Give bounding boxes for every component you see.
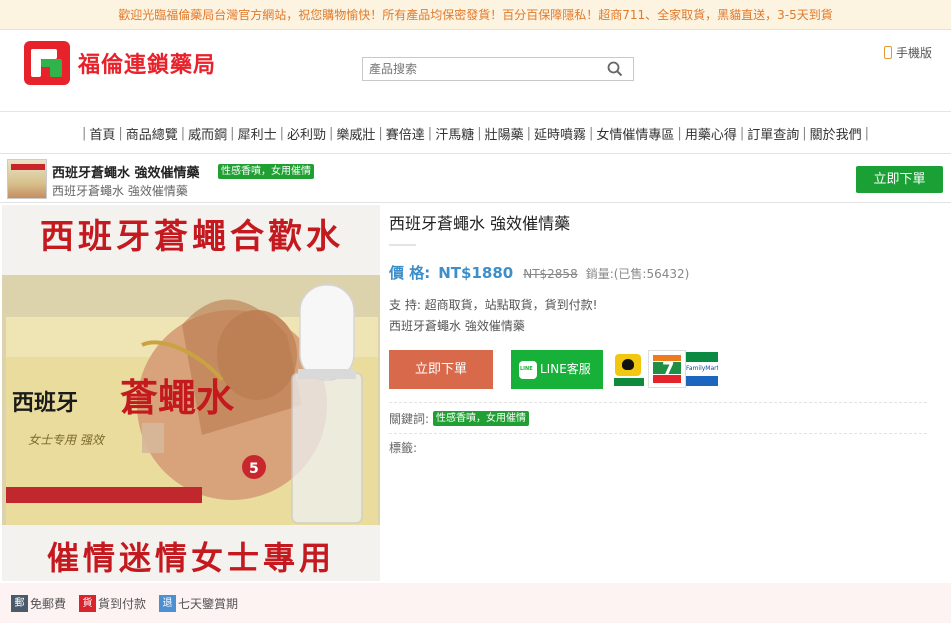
- service-item: 退七天鑒賞期: [159, 594, 239, 612]
- nav-separator: |: [526, 125, 531, 141]
- nav-separator: |: [802, 125, 807, 141]
- support-text: 支 持: 超商取貨，站點取貨，貨到付款!: [389, 298, 598, 312]
- image-top-banner: 西班牙蒼蠅合歡水: [40, 217, 344, 257]
- line-service-label: LINE客服: [540, 362, 591, 376]
- service-badge-icon: 退: [159, 594, 177, 612]
- nav-separator: |: [378, 125, 383, 141]
- title-divider: [389, 244, 416, 246]
- strip-buy-button[interactable]: 立即下單: [856, 166, 943, 193]
- image-box-name: 蒼蠅水: [120, 376, 235, 420]
- nav-separator: |: [589, 125, 594, 141]
- service-label: 貨到付款: [98, 596, 147, 611]
- service-item: 郵免郵費: [11, 594, 67, 612]
- nav-separator: |: [477, 125, 482, 141]
- keywords-row: 關鍵詞: 性感香噴，女用催情: [389, 410, 530, 427]
- nav-item[interactable]: 必利勁: [287, 124, 326, 143]
- image-box-brand: 西班牙: [12, 391, 79, 416]
- service-bar: 郵免郵費貨貨到付款退七天鑒賞期: [0, 583, 951, 623]
- keywords-label: 關鍵詞:: [389, 412, 430, 426]
- nav-separator: |: [677, 125, 682, 141]
- price-row: 價 格: NT$1880 NT$2858 銷量:(已售:56432): [389, 262, 689, 283]
- nav-separator: |: [81, 125, 87, 141]
- nav-item[interactable]: 壯陽藥: [485, 124, 524, 143]
- image-box-sub: 女士专用 强效: [28, 433, 104, 447]
- nav-separator: |: [118, 125, 123, 141]
- nav-separator: |: [739, 125, 745, 141]
- search-input[interactable]: [363, 58, 599, 80]
- original-price: NT$2858: [523, 267, 578, 281]
- service-label: 七天鑒賞期: [178, 596, 239, 611]
- logo-icon: [24, 41, 70, 85]
- search-box: [362, 57, 634, 81]
- seven-eleven-icon: 7: [648, 350, 686, 388]
- sales-count: 銷量:(已售:56432): [585, 267, 690, 281]
- nav-item[interactable]: 首頁: [89, 124, 115, 143]
- nav-item[interactable]: 用藥心得: [685, 124, 737, 143]
- nav-separator: |: [279, 125, 284, 141]
- nav-item[interactable]: 訂單查詢: [747, 124, 799, 143]
- service-item: 貨貨到付款: [79, 594, 147, 612]
- nav-item[interactable]: 汗馬糖: [435, 124, 474, 143]
- product-description: 西班牙蒼蠅水 強效催情藥: [389, 319, 525, 333]
- nav-separator: |: [180, 125, 186, 141]
- service-badge-icon: 郵: [11, 594, 28, 612]
- tags-label: 標籤:: [389, 441, 418, 455]
- nav-item[interactable]: 延時噴霧: [534, 124, 586, 143]
- product-title: 西班牙蒼蠅水 強效催情藥: [389, 214, 571, 233]
- search-icon[interactable]: [607, 61, 623, 77]
- line-icon: [519, 360, 537, 379]
- nav-item[interactable]: 威而鋼: [188, 124, 227, 143]
- main-nav: | 首頁 | 商品總覽 | 威而鋼 | 犀利士 | 必利勁 | 樂威壯 | 賽倍達 | 汗馬糖 | 壯陽藥 | 延時噴…: [0, 121, 951, 145]
- buy-now-button[interactable]: 立即下單: [389, 350, 493, 389]
- delivery-logos: 7 FamilyMart: [612, 350, 718, 388]
- divider: [389, 402, 927, 403]
- image-bottom-banner: 催情迷情女士專用: [46, 539, 335, 577]
- product-image: 5 西班牙蒼蠅合歡水 西班牙 蒼蠅水 女士专用 强效 催情迷情女士專用: [2, 205, 380, 581]
- nav-item[interactable]: 犀利士: [238, 124, 277, 143]
- strip-subtitle: 西班牙蒼蠅水 強效催情藥: [52, 184, 188, 198]
- phone-icon: [884, 46, 892, 59]
- current-price: NT$1880: [438, 264, 514, 282]
- product-summary-strip: 西班牙蒼蠅水 強效催情藥 性感香噴，女用催情 西班牙蒼蠅水 強效催情藥 立即下單: [0, 153, 951, 203]
- nav-item[interactable]: 賽倍達: [386, 124, 425, 143]
- familymart-icon: FamilyMart: [686, 350, 718, 388]
- strip-title: 西班牙蒼蠅水 強效催情藥: [52, 166, 200, 181]
- nav-separator: |: [427, 125, 433, 141]
- site-header: 福倫連鎖藥局 手機版: [0, 30, 951, 112]
- price-label: 價 格:: [389, 264, 431, 282]
- nav-item[interactable]: 關於我們: [810, 124, 862, 143]
- svg-text:5: 5: [249, 461, 259, 477]
- product-thumbnail: [7, 159, 47, 199]
- logo-text: 福倫連鎖藥局: [78, 53, 217, 78]
- keyword-tag[interactable]: 性感香噴，女用催情: [433, 411, 530, 426]
- nav-separator: |: [864, 125, 870, 141]
- strip-tag-badge[interactable]: 性感香噴，女用催情: [218, 164, 314, 179]
- black-cat-delivery-icon: [612, 350, 646, 388]
- nav-separator: |: [328, 125, 334, 141]
- nav-separator: |: [230, 125, 235, 141]
- mobile-version-link[interactable]: 手機版: [884, 44, 932, 61]
- service-badge-icon: 貨: [79, 594, 97, 612]
- service-label: 免郵費: [30, 596, 67, 611]
- nav-item[interactable]: 商品總覽: [126, 124, 178, 143]
- line-service-button[interactable]: LINE客服: [511, 350, 603, 389]
- mobile-label: 手機版: [896, 46, 933, 60]
- top-notice-bar: 歡迎光臨福倫藥局台灣官方網站，祝您購物愉快！所有產品均保密發貨！百分百保障隱私！…: [0, 0, 951, 30]
- site-logo[interactable]: 福倫連鎖藥局: [24, 41, 216, 85]
- nav-item[interactable]: 樂威壯: [336, 124, 375, 143]
- divider: [389, 433, 927, 434]
- nav-item[interactable]: 女情催情專區: [596, 124, 674, 143]
